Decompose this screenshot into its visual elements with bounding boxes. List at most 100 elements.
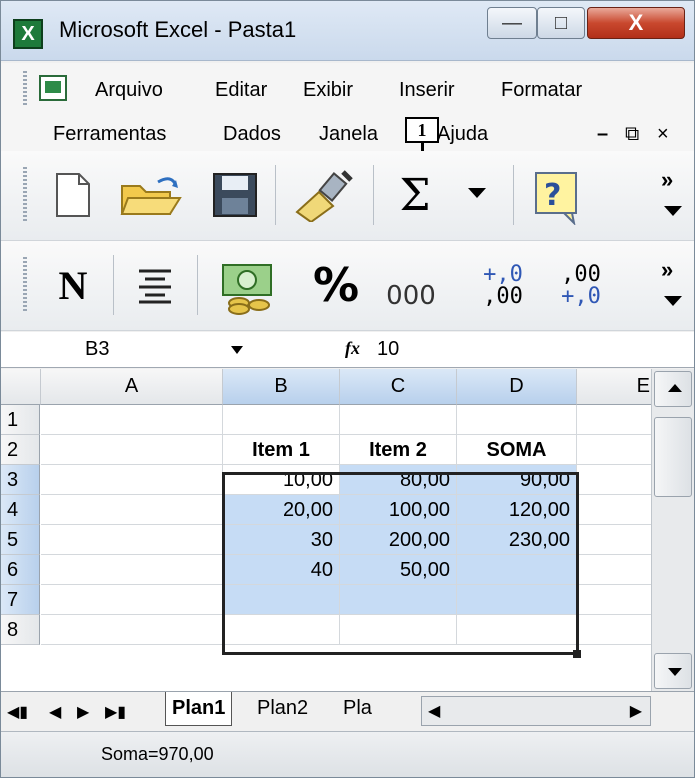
maximize-button[interactable]: □ [537, 7, 585, 39]
select-all-corner[interactable] [1, 369, 41, 405]
cell-e7[interactable] [577, 585, 651, 615]
menu-ajuda[interactable]: Ajuda [437, 123, 488, 146]
cell-e6[interactable] [577, 555, 651, 585]
cell-a5[interactable] [41, 525, 223, 555]
menu-formatar[interactable]: Formatar [501, 79, 582, 102]
menu-arquivo[interactable]: Arquivo [95, 79, 163, 102]
bold-button[interactable]: N [43, 257, 103, 313]
cell-a4[interactable] [41, 495, 223, 525]
cell-e4[interactable] [577, 495, 651, 525]
sheet-tab-plan2[interactable]: Plan2 [251, 692, 314, 726]
name-box[interactable]: B3 [1, 332, 243, 368]
cell-e8[interactable] [577, 615, 651, 645]
cell-a6[interactable] [41, 555, 223, 585]
cell-b1[interactable] [223, 405, 340, 435]
cell-b5[interactable]: 30 [223, 525, 340, 555]
row-header-6[interactable]: 6 [1, 555, 40, 585]
fill-handle[interactable] [573, 650, 581, 658]
toolbar-overflow-icon[interactable]: » [661, 259, 673, 281]
name-box-dropdown-icon[interactable] [231, 346, 243, 354]
menu-dados[interactable]: Dados [223, 123, 281, 146]
currency-icon[interactable] [213, 257, 285, 317]
row-header-4[interactable]: 4 [1, 495, 40, 525]
column-header-d[interactable]: D [457, 369, 577, 405]
cell-d8[interactable] [457, 615, 577, 645]
column-header-a[interactable]: A [41, 369, 223, 405]
close-button[interactable]: X [587, 7, 685, 39]
minimize-button[interactable]: — [487, 7, 537, 39]
excel-app-icon[interactable]: X [13, 19, 43, 49]
prev-sheet-icon[interactable]: ◀ [49, 702, 61, 722]
row-header-2[interactable]: 2 [1, 435, 40, 465]
save-icon[interactable] [205, 167, 265, 223]
toolbar-options-icon[interactable] [661, 201, 685, 221]
scroll-right-icon[interactable]: ▶ [630, 701, 642, 721]
cell-b4[interactable]: 20,00 [223, 495, 340, 525]
row-header-7[interactable]: 7 [1, 585, 40, 615]
cell-e1[interactable] [577, 405, 651, 435]
cell-d5[interactable]: 230,00 [457, 525, 577, 555]
open-folder-icon[interactable] [113, 167, 193, 223]
worksheet-grid[interactable]: A B C D E 1 2 3 4 5 6 7 8 Item 1 Item 2 … [1, 369, 651, 691]
cell-b8[interactable] [223, 615, 340, 645]
new-document-icon[interactable] [45, 167, 101, 223]
autosum-sigma-icon[interactable]: Σ [385, 167, 445, 223]
cell-a8[interactable] [41, 615, 223, 645]
cell-a2[interactable] [41, 435, 223, 465]
decrease-decimal-button[interactable]: ,00 +,0 [547, 255, 615, 317]
row-header-8[interactable]: 8 [1, 615, 40, 645]
format-painter-icon[interactable] [287, 167, 361, 223]
menu-editar[interactable]: Editar [215, 79, 267, 102]
cell-e3[interactable] [577, 465, 651, 495]
row-header-1[interactable]: 1 [1, 405, 40, 435]
menu-janela[interactable]: Janela [319, 123, 378, 146]
cell-d6[interactable] [457, 555, 577, 585]
menu-exibir[interactable]: Exibir [303, 79, 353, 102]
last-sheet-icon[interactable]: ▶▮ [105, 702, 126, 722]
cell-c2[interactable]: Item 2 [340, 435, 457, 465]
cell-c1[interactable] [340, 405, 457, 435]
toolbar-options-icon[interactable] [661, 291, 685, 311]
cell-c8[interactable] [340, 615, 457, 645]
cell-b6[interactable]: 40 [223, 555, 340, 585]
cell-c4[interactable]: 100,00 [340, 495, 457, 525]
help-icon[interactable]: ? [527, 167, 587, 227]
toolbar-overflow-icon[interactable]: » [661, 169, 673, 191]
toolbar-grip[interactable] [23, 167, 27, 223]
cell-a3[interactable] [41, 465, 223, 495]
first-sheet-icon[interactable]: ◀▮ [7, 702, 28, 722]
vertical-scrollbar[interactable] [651, 369, 694, 691]
doc-close-button[interactable]: × [657, 123, 669, 146]
column-header-b[interactable]: B [223, 369, 340, 405]
cell-a7[interactable] [41, 585, 223, 615]
sheet-tab-plan1[interactable]: Plan1 [165, 692, 233, 726]
cell-d4[interactable]: 120,00 [457, 495, 577, 525]
workbook-icon[interactable] [39, 75, 67, 101]
scroll-down-button[interactable] [654, 653, 692, 689]
vertical-scroll-thumb[interactable] [654, 417, 692, 497]
cell-b7[interactable] [223, 585, 340, 615]
percent-button[interactable]: % [301, 257, 371, 313]
cell-e2[interactable] [577, 435, 651, 465]
cell-d1[interactable] [457, 405, 577, 435]
fx-icon[interactable]: fx [345, 338, 360, 359]
scroll-up-button[interactable] [654, 371, 692, 407]
cell-e5[interactable] [577, 525, 651, 555]
scroll-left-icon[interactable]: ◀ [428, 701, 440, 721]
formula-input[interactable]: 10 [377, 338, 399, 361]
cell-a1[interactable] [41, 405, 223, 435]
row-header-5[interactable]: 5 [1, 525, 40, 555]
align-center-icon[interactable] [125, 257, 185, 313]
menu-inserir[interactable]: Inserir [399, 79, 455, 102]
cell-c3[interactable]: 80,00 [340, 465, 457, 495]
horizontal-scrollbar[interactable]: ◀ ▶ [421, 696, 651, 726]
menu-ferramentas[interactable]: Ferramentas [53, 123, 166, 146]
row-header-3[interactable]: 3 [1, 465, 40, 495]
autosum-dropdown-icon[interactable] [465, 181, 489, 205]
column-header-c[interactable]: C [340, 369, 457, 405]
sheet-tab-plan3[interactable]: Pla [337, 692, 395, 726]
column-header-e[interactable]: E [577, 369, 651, 405]
increase-decimal-button[interactable]: +,0 ,00 [469, 255, 537, 317]
next-sheet-icon[interactable]: ▶ [77, 702, 89, 722]
doc-minimize-button[interactable]: – [597, 123, 608, 146]
